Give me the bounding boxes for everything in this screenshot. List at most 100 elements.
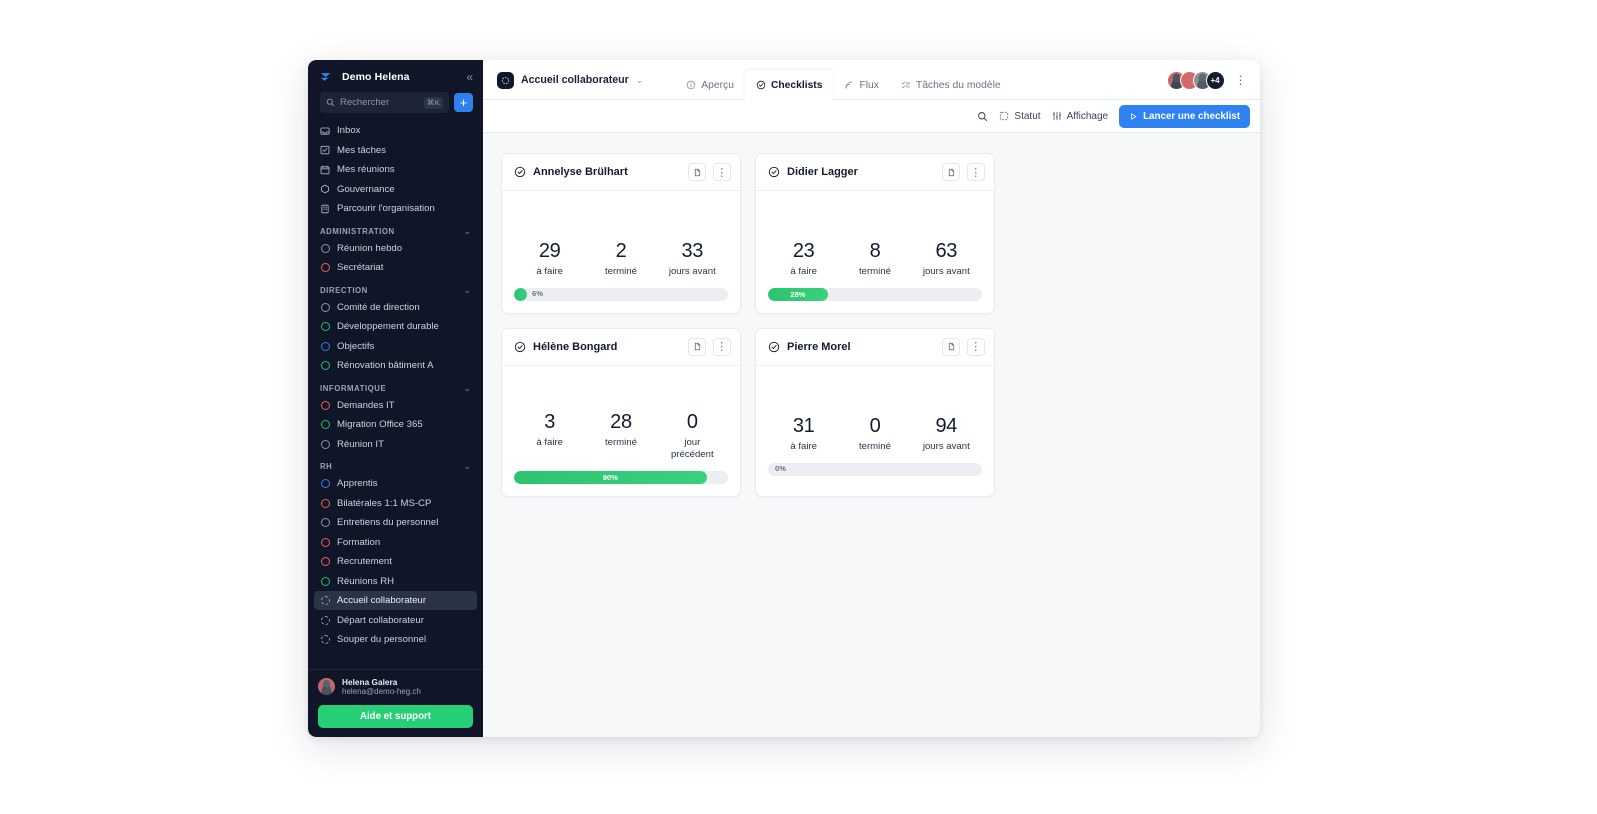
avatar (318, 678, 335, 696)
file-icon[interactable] (688, 337, 706, 356)
progress-bar: 28% (768, 287, 982, 301)
top-bar-right: +4 ⋮ (1166, 70, 1251, 90)
sidebar-item-reunion-hebdo[interactable]: Réunion hebdo (314, 239, 477, 258)
status-dot-icon (320, 322, 330, 332)
file-icon[interactable] (688, 163, 706, 181)
sidebar-group-direction[interactable]: DIRECTION ⌄ (314, 278, 477, 298)
sidebar-item-mes-reunions[interactable]: Mes réunions (314, 160, 477, 179)
sidebar-item-comite-de-direction[interactable]: Comité de direction (314, 298, 477, 317)
tab-label: Tâches du modèle (915, 79, 1001, 91)
sidebar-item-label: Migration Office 365 (337, 419, 423, 430)
sidebar-item-developpement-durable[interactable]: Développement durable (314, 317, 477, 336)
sidebar-item-apprentis[interactable]: Apprentis (314, 474, 477, 493)
card-header: Pierre Morel ⋮ (756, 329, 994, 366)
sidebar-item-bilaterales[interactable]: Bilatérales 1:1 MS-CP (314, 494, 477, 513)
check-circle-icon (768, 341, 780, 353)
kebab-icon[interactable]: ⋮ (1232, 74, 1251, 86)
tab-bar: Aperçu Checklists Flux Tâches du modèle (675, 60, 1012, 101)
launch-checklist-button[interactable]: Lancer une checklist (1119, 104, 1250, 128)
kebab-icon[interactable]: ⋮ (713, 163, 731, 181)
calendar-icon (320, 165, 330, 175)
sidebar-item-migration-office-365[interactable]: Migration Office 365 (314, 415, 477, 434)
sidebar-header: Demo Helena « (308, 60, 483, 92)
status-dot-icon (320, 400, 330, 410)
sidebar-collapse-icon[interactable]: « (466, 71, 473, 83)
search-shortcut-badge: ⌘K (423, 96, 443, 109)
card-stats: 29 à faire 2 terminé 33 jours avant (514, 241, 728, 288)
checklist-card[interactable]: Annelyse Brülhart ⋮ 29 à faire 2 terminé… (501, 153, 741, 314)
status-dot-icon (320, 479, 330, 489)
sidebar-item-objectifs[interactable]: Objectifs (314, 337, 477, 356)
sidebar-item-reunions-rh[interactable]: Réunions RH (314, 572, 477, 591)
sidebar-item-renovation-batiment-a[interactable]: Rénovation bâtiment A (314, 356, 477, 375)
status-label: Statut (1014, 110, 1041, 122)
status-button[interactable]: Statut (999, 110, 1041, 122)
stat-value: 0 (686, 410, 698, 433)
tab-label: Aperçu (701, 79, 734, 91)
kebab-icon[interactable]: ⋮ (713, 337, 731, 356)
sidebar-item-secretariat[interactable]: Secrétariat (314, 258, 477, 277)
status-dot-icon (320, 518, 330, 528)
sidebar-item-depart-collaborateur[interactable]: Départ collaborateur (314, 611, 477, 630)
sidebar-item-reunion-it[interactable]: Réunion IT (314, 435, 477, 454)
kebab-icon[interactable]: ⋮ (967, 337, 985, 356)
stat-value: 31 (792, 414, 815, 437)
display-button[interactable]: Affichage (1052, 110, 1109, 122)
sidebar-item-recrutement[interactable]: Recrutement (314, 552, 477, 571)
sidebar-item-accueil-collaborateur[interactable]: Accueil collaborateur (314, 591, 477, 610)
sidebar-item-inbox[interactable]: Inbox (314, 121, 477, 140)
sidebar-item-gouvernance[interactable]: Gouvernance (314, 180, 477, 199)
tab-flux[interactable]: Flux (833, 70, 889, 100)
building-icon (320, 204, 330, 214)
avatar-group[interactable]: +4 (1166, 70, 1225, 90)
card-header: Annelyse Brülhart ⋮ (502, 154, 740, 191)
card-title: Annelyse Brülhart (533, 166, 628, 178)
status-dot-icon (320, 302, 330, 312)
stat-label: jours avant (922, 440, 970, 452)
progress-label: 28% (790, 289, 806, 299)
sidebar-group-administration[interactable]: ADMINISTRATION ⌄ (314, 219, 477, 239)
search-button[interactable] (977, 111, 988, 122)
avatar-overflow-badge[interactable]: +4 (1205, 70, 1225, 90)
display-label: Affichage (1066, 110, 1109, 122)
stat-done: 8 terminé (839, 241, 910, 278)
sidebar-item-mes-taches[interactable]: Mes tâches (314, 141, 477, 160)
progress-fill (514, 287, 527, 301)
sidebar-group-informatique[interactable]: INFORMATIQUE ⌄ (314, 376, 477, 396)
file-icon[interactable] (942, 337, 960, 356)
file-icon[interactable] (942, 163, 960, 181)
stat-value: 3 (544, 410, 556, 433)
dashed-circle-icon (497, 71, 514, 89)
kebab-icon[interactable]: ⋮ (967, 163, 985, 181)
add-button[interactable]: + (454, 93, 473, 112)
chevron-down-icon[interactable]: ⌄ (636, 75, 644, 86)
progress-fill: 90% (514, 470, 707, 484)
sidebar-item-label: Parcourir l'organisation (337, 203, 435, 214)
stat-value: 2 (615, 240, 627, 262)
checklist-card[interactable]: Didier Lagger ⋮ 23 à faire 8 terminé 63 … (755, 153, 995, 314)
search-input[interactable]: Rechercher ⌘K (320, 92, 449, 113)
sidebar-item-label: Objectifs (337, 340, 375, 352)
stat-value: 8 (869, 240, 881, 262)
rss-icon (844, 80, 854, 90)
sidebar-user[interactable]: Helena Galera helena@demo-heg.ch (318, 677, 473, 697)
sidebar-item-entretiens-du-personnel[interactable]: Entretiens du personnel (314, 513, 477, 532)
help-and-support-button[interactable]: Aide et support (318, 705, 473, 728)
card-body: 29 à faire 2 terminé 33 jours avant 6% (502, 191, 740, 313)
progress-label: 90% (602, 472, 618, 482)
stat-days: 0 jour précédent (657, 410, 728, 461)
sidebar-group-rh[interactable]: RH ⌄ (314, 454, 477, 474)
stat-days: 63 jours avant (911, 241, 982, 278)
sidebar-item-parcourir-organisation[interactable]: Parcourir l'organisation (314, 199, 477, 218)
card-title: Pierre Morel (787, 340, 851, 353)
stat-value: 63 (935, 240, 958, 262)
checklist-card[interactable]: Hélène Bongard ⋮ 3 à faire 28 terminé 0 … (501, 327, 741, 497)
tab-taches-du-modele[interactable]: Tâches du modèle (890, 70, 1012, 100)
sidebar-item-souper-du-personnel[interactable]: Souper du personnel (314, 630, 477, 649)
tab-checklists[interactable]: Checklists (744, 70, 834, 101)
document-chip[interactable]: Accueil collaborateur ⌄ (497, 71, 644, 89)
tab-apercu[interactable]: Aperçu (675, 70, 745, 100)
sidebar-item-formation[interactable]: Formation (314, 533, 477, 552)
checklist-card[interactable]: Pierre Morel ⋮ 31 à faire 0 terminé 94 j… (755, 327, 995, 497)
sidebar-item-demandes-it[interactable]: Demandes IT (314, 396, 477, 415)
